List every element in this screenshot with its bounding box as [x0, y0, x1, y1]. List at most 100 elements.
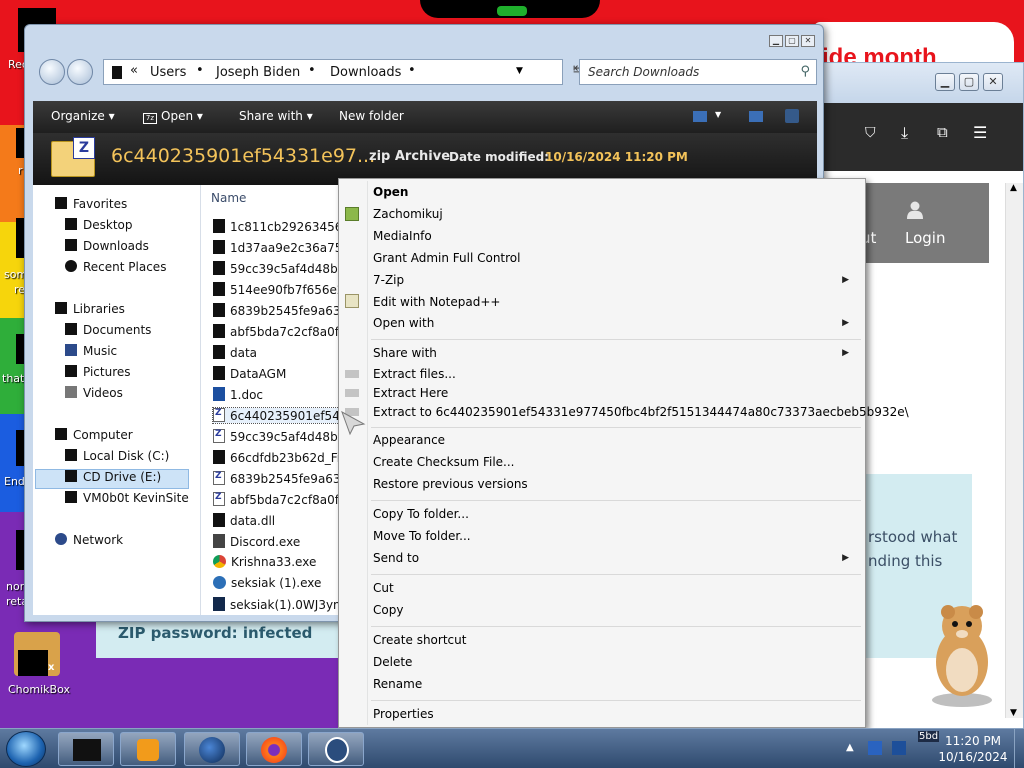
menu-cut[interactable]: Cut — [373, 581, 394, 595]
menu-open-with[interactable]: Open with ▶ — [373, 316, 859, 330]
browser-close-button[interactable]: ✕ — [983, 73, 1003, 91]
menu-open[interactable]: Open — [373, 185, 408, 199]
column-header-name[interactable]: Name — [211, 191, 246, 205]
explorer-maximize-button[interactable]: ▢ — [785, 35, 799, 47]
tray-bluetooth-icon[interactable] — [868, 741, 882, 755]
explorer-minimize-button[interactable]: ▁ — [769, 35, 783, 47]
clock-time[interactable]: 11:20 PM — [936, 734, 1010, 748]
menu-icon[interactable]: ☰ — [973, 123, 987, 142]
download-icon[interactable]: ⤓ — [901, 123, 908, 143]
file-row[interactable]: data.dll — [213, 513, 275, 528]
nav-downloads[interactable]: Downloads — [65, 239, 149, 253]
menu-grant-admin[interactable]: Grant Admin Full Control — [373, 251, 520, 265]
menu-share-with[interactable]: Share with ▶ — [373, 346, 859, 360]
nav-vm-site[interactable]: VM0b0t KevinSite — [65, 491, 189, 505]
menu-extract-here[interactable]: Extract Here — [373, 386, 448, 400]
back-button[interactable] — [39, 59, 65, 85]
clock-date[interactable]: 10/16/2024 — [936, 750, 1010, 764]
tray-network-icon[interactable] — [892, 741, 906, 755]
nav-cd-drive[interactable]: CD Drive (E:) — [65, 470, 161, 484]
search-icon[interactable]: ⚲ — [800, 64, 810, 79]
browser-minimize-button[interactable]: ▁ — [935, 73, 955, 91]
address-dropdown-icon[interactable]: ▼ — [516, 66, 523, 76]
open-button[interactable]: 7z Open ▾ — [143, 109, 203, 124]
breadcrumb-separator[interactable]: • — [196, 63, 204, 78]
breadcrumb-separator[interactable]: • — [408, 63, 416, 78]
menu-copy-to-folder[interactable]: Copy To folder... — [373, 507, 469, 521]
pocket-icon[interactable]: ⛉ — [865, 125, 876, 141]
explorer-close-button[interactable]: ✕ — [801, 35, 815, 47]
menu-extract-files[interactable]: Extract files... — [373, 367, 456, 381]
breadcrumb-downloads[interactable]: Downloads — [330, 65, 401, 80]
browser-scrollbar[interactable]: ▲ ▼ — [1005, 183, 1023, 718]
share-with-button[interactable]: Share with ▾ — [239, 109, 313, 123]
view-options-icon[interactable] — [693, 111, 707, 122]
music-icon — [65, 344, 77, 356]
menu-edit-notepadpp[interactable]: Edit with Notepad++ — [373, 295, 500, 309]
scroll-up-icon[interactable]: ▲ — [1010, 183, 1017, 193]
file-row[interactable]: DataAGM — [213, 366, 286, 381]
scroll-down-icon[interactable]: ▼ — [1010, 708, 1017, 718]
breadcrumb-joseph-biden[interactable]: Joseph Biden — [216, 65, 300, 80]
file-row[interactable]: data — [213, 345, 257, 360]
file-row[interactable]: abf5bda7c2cf8a0f7b — [213, 324, 354, 339]
nav-local-disk[interactable]: Local Disk (C:) — [65, 449, 169, 463]
menu-7zip[interactable]: 7-Zip ▶ — [373, 273, 859, 287]
menu-send-to[interactable]: Send to ▶ — [373, 551, 859, 565]
zip-file-icon — [213, 492, 225, 506]
search-input[interactable]: Search Downloads ⚲ — [579, 59, 817, 85]
nav-libraries[interactable]: Libraries — [55, 302, 125, 316]
organize-button[interactable]: Organize ▾ — [51, 109, 115, 123]
login-link[interactable]: Login — [905, 229, 945, 247]
file-row[interactable]: abf5bda7c2cf8a0f7b — [213, 492, 354, 507]
chomikbox-desktop-icon[interactable]: x — [14, 632, 60, 678]
file-row[interactable]: Krishna33.exe — [213, 555, 316, 569]
menu-create-shortcut[interactable]: Create shortcut — [373, 633, 466, 647]
breadcrumb-separator[interactable]: • — [308, 63, 316, 78]
taskbar-globe-button[interactable] — [184, 732, 240, 766]
menu-create-checksum[interactable]: Create Checksum File... — [373, 455, 515, 469]
app-avatar-icon — [325, 737, 349, 763]
menu-zachomikuj[interactable]: Zachomikuj — [373, 207, 443, 221]
show-desktop-button[interactable] — [1014, 729, 1024, 768]
nav-favorites[interactable]: Favorites — [55, 197, 127, 211]
file-row[interactable]: seksiak (1).exe — [213, 576, 321, 590]
browser-maximize-button[interactable]: ▢ — [959, 73, 979, 91]
view-dropdown-icon[interactable]: ▼ — [715, 110, 721, 119]
menu-properties[interactable]: Properties — [373, 707, 434, 721]
nav-desktop[interactable]: Desktop — [65, 218, 133, 232]
taskbar-media-player-button[interactable] — [120, 732, 176, 766]
forward-button[interactable] — [67, 59, 93, 85]
nav-recent-places[interactable]: Recent Places — [65, 260, 166, 274]
start-button[interactable] — [6, 731, 46, 767]
menu-rename[interactable]: Rename — [373, 677, 422, 691]
menu-delete[interactable]: Delete — [373, 655, 412, 669]
taskbar-explorer-button[interactable] — [58, 732, 114, 766]
extensions-icon[interactable]: ⧉ — [937, 123, 948, 141]
menu-extract-to[interactable]: Extract to 6c440235901ef54331e977450fbc4… — [373, 405, 909, 419]
nav-documents[interactable]: Documents — [65, 323, 151, 337]
nav-pictures[interactable]: Pictures — [65, 365, 131, 379]
menu-mediainfo[interactable]: MediaInfo — [373, 229, 432, 243]
file-icon — [213, 240, 225, 254]
file-row[interactable]: 66cdfdb23b62d_File. — [213, 450, 355, 465]
preview-pane-icon[interactable] — [749, 111, 763, 122]
taskbar-firefox-button[interactable] — [246, 732, 302, 766]
menu-move-to-folder[interactable]: Move To folder... — [373, 529, 471, 543]
file-row[interactable]: 1.doc — [213, 387, 263, 402]
taskbar-app-button[interactable] — [308, 732, 364, 766]
breadcrumb-users[interactable]: Users — [150, 65, 186, 80]
new-folder-button[interactable]: New folder — [339, 109, 404, 123]
menu-copy[interactable]: Copy — [373, 603, 403, 617]
nav-music[interactable]: Music — [65, 344, 117, 358]
menu-appearance[interactable]: Appearance — [373, 433, 445, 447]
address-bar[interactable]: « Users • Joseph Biden • Downloads • ▼ — [103, 59, 563, 85]
nav-computer[interactable]: Computer — [55, 428, 133, 442]
menu-restore-versions[interactable]: Restore previous versions — [373, 477, 528, 491]
file-row[interactable]: Discord.exe — [213, 534, 300, 549]
help-icon[interactable] — [785, 109, 799, 123]
nav-network[interactable]: Network — [55, 533, 123, 547]
nav-videos[interactable]: Videos — [65, 386, 123, 400]
breadcrumb-overflow[interactable]: « — [130, 63, 138, 78]
show-hidden-icons-icon[interactable]: ▲ — [846, 742, 854, 753]
